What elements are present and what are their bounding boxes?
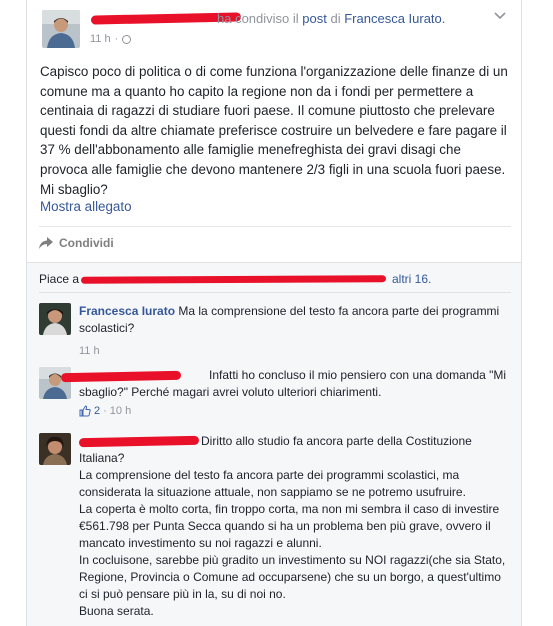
likes-summary: Piace a altri 16.: [39, 269, 511, 293]
post-link[interactable]: post: [302, 11, 327, 26]
feed-story-card: ha condiviso il post di Francesca Iurato…: [26, 0, 522, 626]
comment-meta: 2 · 10 h: [79, 405, 131, 417]
comment-like-count[interactable]: 2: [94, 405, 100, 417]
commenter-avatar[interactable]: [39, 367, 71, 399]
story-header: ha condiviso il post di Francesca Iurato…: [27, 0, 521, 52]
redacted-likers: [80, 275, 387, 284]
comment-meta: 11 h: [79, 345, 100, 357]
post-timestamp[interactable]: 11 h ·: [90, 33, 132, 45]
share-description: ha condiviso il post di Francesca Iurato…: [217, 11, 446, 26]
sharer-avatar[interactable]: [42, 10, 80, 48]
commenter-avatar[interactable]: [39, 303, 71, 335]
comment-item: Francesca Iurato Ma la comprensione del …: [39, 303, 509, 359]
comment-text: Infatti ho concluso il mio pensiero con …: [79, 368, 507, 399]
actions-bar: Condividi: [39, 226, 511, 260]
globe-icon: [122, 34, 132, 44]
post-text: Capisco poco di politica o di come funzi…: [40, 64, 508, 197]
comment-author-link[interactable]: Francesca Iurato: [79, 304, 175, 318]
comment-item: Diritto allo studio fa ancora parte dell…: [39, 433, 509, 626]
comment-item: Infatti ho concluso il mio pensiero con …: [39, 367, 509, 427]
comment-text: Diritto allo studio fa ancora parte dell…: [79, 434, 506, 618]
comment-timestamp[interactable]: 10 h: [110, 405, 131, 417]
comment-timestamp[interactable]: 11 h: [79, 345, 100, 357]
likes-others-link[interactable]: altri 16.: [392, 272, 431, 286]
share-icon: [39, 237, 53, 249]
chevron-down-icon[interactable]: [493, 10, 507, 24]
comment-text: Francesca Iurato Ma la comprensione del …: [79, 304, 500, 335]
comments-section: Piace a altri 16. Francesca Iurato Ma la…: [27, 262, 521, 626]
commenter-avatar[interactable]: [39, 433, 71, 465]
share-button[interactable]: Condividi: [39, 236, 114, 250]
show-attachment-link[interactable]: Mostra allegato: [40, 199, 132, 214]
thumbs-up-icon: [79, 405, 91, 417]
shared-author-link[interactable]: Francesca Iurato.: [344, 11, 445, 26]
